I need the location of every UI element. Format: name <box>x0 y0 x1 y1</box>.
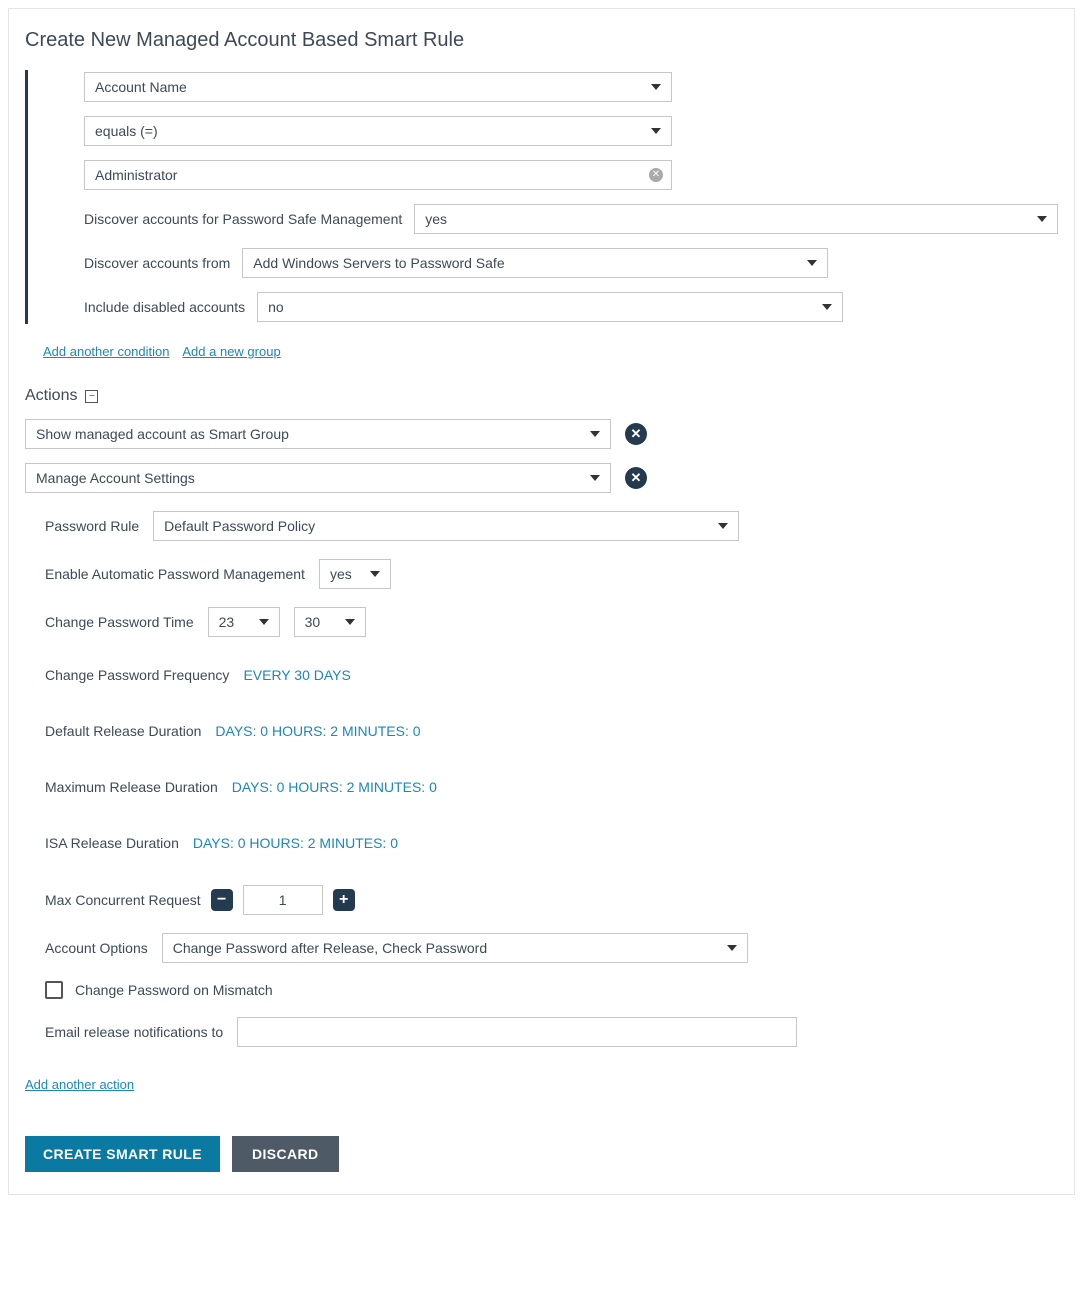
default-release-value[interactable]: DAYS: 0 HOURS: 2 MINUTES: 0 <box>215 723 420 739</box>
change-time-hour-select[interactable]: 23 <box>208 607 280 637</box>
discover-ps-label: Discover accounts for Password Safe Mana… <box>84 211 402 227</box>
change-freq-value[interactable]: EVERY 30 DAYS <box>243 667 350 683</box>
include-disabled-value: no <box>268 299 284 315</box>
remove-action-2[interactable]: ✕ <box>625 467 647 489</box>
condition-operator-value: equals (=) <box>95 123 158 139</box>
condition-value-input[interactable]: Administrator ✕ <box>84 160 672 190</box>
discover-from-select[interactable]: Add Windows Servers to Password Safe <box>242 248 828 278</box>
plus-icon: + <box>339 892 348 908</box>
create-smart-rule-button[interactable]: CREATE SMART RULE <box>25 1136 220 1172</box>
condition-links: Add another condition Add a new group <box>43 344 1058 359</box>
add-action-link[interactable]: Add another action <box>25 1077 134 1092</box>
default-release-label: Default Release Duration <box>45 723 201 739</box>
caret-down-icon <box>651 84 661 90</box>
action-1-value: Show managed account as Smart Group <box>36 426 289 442</box>
caret-down-icon <box>590 475 600 481</box>
isa-release-label: ISA Release Duration <box>45 835 179 851</box>
account-options-value: Change Password after Release, Check Pas… <box>173 940 487 956</box>
max-release-label: Maximum Release Duration <box>45 779 218 795</box>
account-options-select[interactable]: Change Password after Release, Check Pas… <box>162 933 748 963</box>
increment-button[interactable]: + <box>333 889 355 911</box>
manage-account-settings: Password Rule Default Password Policy En… <box>25 511 1058 1047</box>
caret-down-icon <box>727 945 737 951</box>
actions-header: Actions − <box>25 387 1058 405</box>
decrement-button[interactable]: − <box>211 889 233 911</box>
mismatch-label: Change Password on Mismatch <box>75 982 273 998</box>
password-rule-value: Default Password Policy <box>164 518 315 534</box>
mismatch-checkbox[interactable] <box>45 981 63 999</box>
caret-down-icon <box>259 619 269 625</box>
email-input[interactable] <box>237 1017 797 1047</box>
minus-icon: − <box>217 892 226 908</box>
condition-value-text: Administrator <box>95 167 177 183</box>
caret-down-icon <box>590 431 600 437</box>
change-time-label: Change Password Time <box>45 614 194 630</box>
isa-release-value[interactable]: DAYS: 0 HOURS: 2 MINUTES: 0 <box>193 835 398 851</box>
remove-action-1[interactable]: ✕ <box>625 423 647 445</box>
action-select-2[interactable]: Manage Account Settings <box>25 463 611 493</box>
change-time-minute: 30 <box>305 614 321 630</box>
condition-field-value: Account Name <box>95 79 187 95</box>
auto-pwd-value: yes <box>330 566 352 582</box>
max-concurrent-label: Max Concurrent Request <box>45 892 201 908</box>
page-title: Create New Managed Account Based Smart R… <box>25 29 1058 52</box>
condition-field-select[interactable]: Account Name <box>84 72 672 102</box>
action-2-value: Manage Account Settings <box>36 470 195 486</box>
change-time-hour: 23 <box>219 614 235 630</box>
condition-block: Account Name equals (=) Administrator ✕ … <box>25 70 1058 324</box>
account-options-label: Account Options <box>45 940 148 956</box>
clear-icon[interactable]: ✕ <box>649 168 663 182</box>
discover-ps-value: yes <box>425 211 447 227</box>
collapse-icon[interactable]: − <box>85 390 98 403</box>
change-time-minute-select[interactable]: 30 <box>294 607 366 637</box>
action-select-1[interactable]: Show managed account as Smart Group <box>25 419 611 449</box>
condition-operator-select[interactable]: equals (=) <box>84 116 672 146</box>
caret-down-icon <box>345 619 355 625</box>
auto-pwd-label: Enable Automatic Password Management <box>45 566 305 582</box>
discard-button[interactable]: DISCARD <box>232 1136 339 1172</box>
caret-down-icon <box>651 128 661 134</box>
caret-down-icon <box>822 304 832 310</box>
form-card: Create New Managed Account Based Smart R… <box>8 8 1075 1195</box>
include-disabled-select[interactable]: no <box>257 292 843 322</box>
auto-pwd-select[interactable]: yes <box>319 559 391 589</box>
caret-down-icon <box>1037 216 1047 222</box>
add-group-link[interactable]: Add a new group <box>182 344 280 359</box>
discover-from-value: Add Windows Servers to Password Safe <box>253 255 504 271</box>
include-disabled-label: Include disabled accounts <box>84 299 245 315</box>
discover-from-label: Discover accounts from <box>84 255 230 271</box>
form-buttons: CREATE SMART RULE DISCARD <box>25 1136 1058 1172</box>
caret-down-icon <box>718 523 728 529</box>
change-freq-label: Change Password Frequency <box>45 667 229 683</box>
add-condition-link[interactable]: Add another condition <box>43 344 169 359</box>
caret-down-icon <box>807 260 817 266</box>
email-label: Email release notifications to <box>45 1024 223 1040</box>
actions-header-label: Actions <box>25 387 77 405</box>
password-rule-select[interactable]: Default Password Policy <box>153 511 739 541</box>
max-release-value[interactable]: DAYS: 0 HOURS: 2 MINUTES: 0 <box>232 779 437 795</box>
max-concurrent-input[interactable]: 1 <box>243 885 323 915</box>
caret-down-icon <box>370 571 380 577</box>
password-rule-label: Password Rule <box>45 518 139 534</box>
discover-ps-select[interactable]: yes <box>414 204 1058 234</box>
